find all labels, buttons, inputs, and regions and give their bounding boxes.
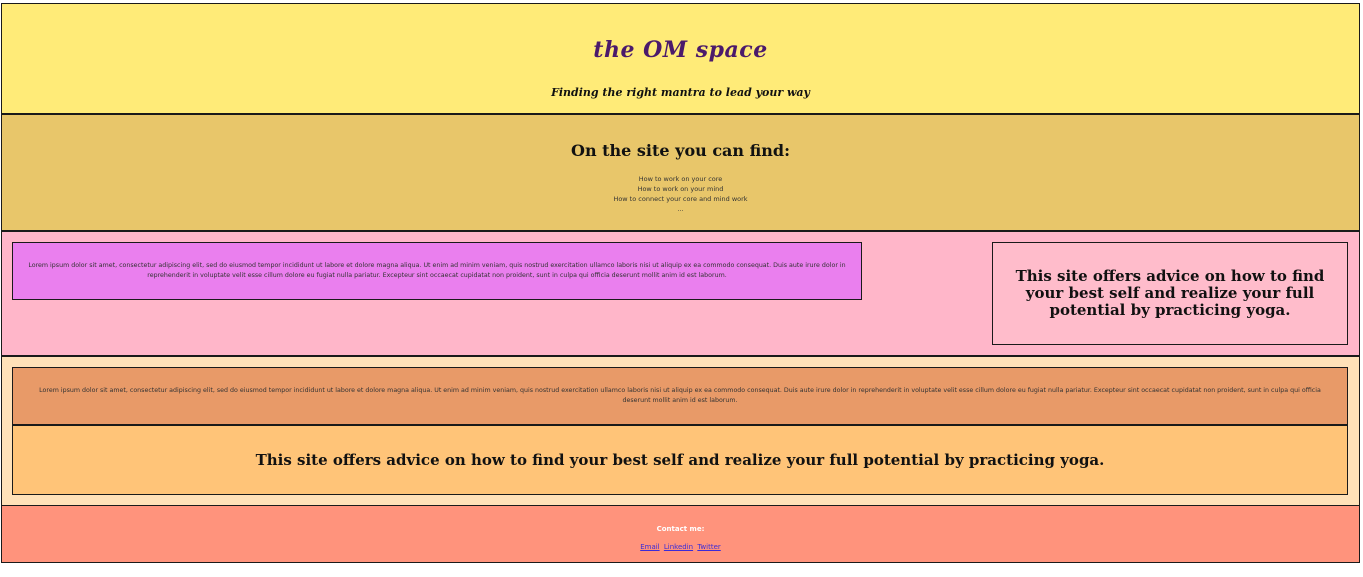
linkedin-link[interactable]: Linkedin (664, 543, 693, 551)
features-list: How to work on your core How to work on … (2, 174, 1359, 214)
site-header: the OM space Finding the right mantra to… (1, 3, 1360, 114)
lorem-text-box: Lorem ipsum dolor sit amet, consectetur … (12, 367, 1348, 425)
twitter-link[interactable]: Twitter (697, 543, 720, 551)
email-link[interactable]: Email (640, 543, 659, 551)
offer-text-box: This site offers advice on how to find y… (992, 242, 1348, 345)
content-row-1: Lorem ipsum dolor sit amet, consectetur … (1, 231, 1360, 356)
feature-item: How to work on your mind (637, 185, 724, 193)
feature-item: ... (677, 205, 684, 213)
features-section: On the site you can find: How to work on… (1, 114, 1360, 231)
features-heading: On the site you can find: (571, 141, 790, 160)
lorem-text-box: Lorem ipsum dolor sit amet, consectetur … (12, 242, 862, 300)
contact-label: Contact me: (656, 525, 705, 533)
contact-links: Email Linkedin Twitter (2, 543, 1359, 551)
offer-text-box: This site offers advice on how to find y… (12, 425, 1348, 495)
feature-item: How to connect your core and mind work (613, 195, 748, 203)
site-footer: Contact me: Email Linkedin Twitter (1, 505, 1360, 563)
content-row-2: Lorem ipsum dolor sit amet, consectetur … (1, 356, 1360, 506)
site-title: the OM space (593, 37, 768, 63)
tagline: Finding the right mantra to lead your wa… (551, 86, 810, 99)
feature-item: How to work on your core (638, 175, 723, 183)
